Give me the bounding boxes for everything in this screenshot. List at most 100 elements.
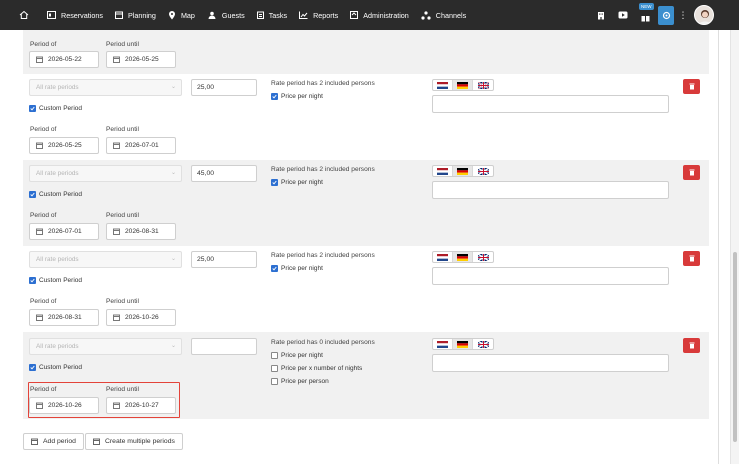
period-of-input[interactable]: 2026-07-01 <box>29 223 99 240</box>
description-input[interactable] <box>432 95 669 113</box>
flag-uk-icon[interactable] <box>473 339 493 349</box>
period-until-input[interactable]: 2026-08-31 <box>106 223 176 240</box>
chevron-down-icon: ⌄ <box>170 256 176 262</box>
price-input[interactable]: 25,00 <box>191 79 257 96</box>
flag-uk-icon[interactable] <box>473 252 493 262</box>
custom-period-checkbox[interactable]: Custom Period <box>29 191 82 198</box>
nav-channels[interactable]: Channels <box>415 0 472 30</box>
calendar-icon <box>36 314 43 321</box>
period-of-input[interactable]: 2026-05-22 <box>29 51 99 68</box>
flag-uk-icon[interactable] <box>473 80 493 90</box>
price-input[interactable] <box>191 338 257 355</box>
gift-icon[interactable]: NEW <box>636 3 654 24</box>
period-until-input[interactable]: 2026-07-01 <box>106 137 176 154</box>
rate-period-select[interactable]: All rate periods ⌄ <box>29 251 182 268</box>
period-until-label: Period until <box>106 41 139 48</box>
flag-uk-icon[interactable] <box>473 166 493 176</box>
period-of-label: Period of <box>30 126 57 133</box>
chevron-down-icon: ⌄ <box>170 84 176 90</box>
scrollbar-thumb[interactable] <box>733 252 737 442</box>
nav-map[interactable]: Map <box>162 0 201 30</box>
price-per-night-checkbox[interactable]: Price per night <box>271 265 323 272</box>
custom-period-checkbox[interactable]: Custom Period <box>29 364 82 371</box>
delete-button[interactable] <box>683 79 700 94</box>
page-scrollbar[interactable] <box>730 30 739 464</box>
period-of-label: Period of <box>30 298 57 305</box>
building-icon[interactable] <box>592 6 610 24</box>
rate-period-row: All rate periods ⌄ 25,00 Rate period has … <box>23 74 709 160</box>
period-of-label: Period of <box>30 212 57 219</box>
description-input[interactable] <box>432 354 669 372</box>
nav-reservations[interactable]: Reservations <box>41 0 109 30</box>
rate-period-select[interactable]: All rate periods ⌄ <box>29 165 182 182</box>
period-of-input[interactable]: 2026-08-31 <box>29 309 99 326</box>
nav-guests[interactable]: Guests <box>201 0 251 30</box>
content-border <box>718 30 719 464</box>
top-navbar: Reservations Planning Map Guests Tasks R… <box>0 0 739 30</box>
flag-de-icon[interactable] <box>453 252 473 262</box>
flag-nl-icon[interactable] <box>433 339 453 349</box>
flag-de-icon[interactable] <box>453 80 473 90</box>
rate-period-select[interactable]: All rate periods ⌄ <box>29 79 182 96</box>
price-per-night-checkbox[interactable]: Price per night <box>271 352 323 359</box>
price-per-person-checkbox[interactable]: Price per person <box>271 378 329 385</box>
nav-label: Map <box>180 10 195 20</box>
kebab-menu-icon[interactable]: ⋮ <box>678 10 688 21</box>
custom-period-checkbox[interactable]: Custom Period <box>29 105 82 112</box>
flag-de-icon[interactable] <box>453 166 473 176</box>
rate-period-row: All rate periods ⌄ 25,00 Rate period has … <box>23 246 709 332</box>
flag-nl-icon[interactable] <box>433 252 453 262</box>
period-of-input[interactable]: 2026-05-25 <box>29 137 99 154</box>
price-per-night-checkbox[interactable]: Price per night <box>271 179 323 186</box>
reservations-icon <box>47 11 56 19</box>
calendar-icon <box>36 142 43 149</box>
price-input[interactable]: 25,00 <box>191 251 257 268</box>
nav-administration[interactable]: Administration <box>344 0 415 30</box>
calendar-icon <box>36 228 43 235</box>
calendar-icon <box>113 56 120 63</box>
reports-icon <box>299 11 308 19</box>
nav-reports[interactable]: Reports <box>293 0 344 30</box>
trash-icon <box>689 255 694 262</box>
calendar-icon <box>36 56 43 63</box>
price-per-night-checkbox[interactable]: Price per night <box>271 93 323 100</box>
rate-periods-panel: Period of Period until 2026-05-22 2026-0… <box>23 30 709 464</box>
home-icon[interactable] <box>17 8 31 22</box>
avatar[interactable] <box>694 5 714 25</box>
nav-label: Guests <box>221 10 245 20</box>
price-input[interactable]: 45,00 <box>191 165 257 182</box>
included-persons-text: Rate period has 0 included persons <box>271 339 375 346</box>
rate-period-select[interactable]: All rate periods ⌄ <box>29 338 182 355</box>
chevron-down-icon: ⌄ <box>170 170 176 176</box>
trash-icon <box>689 342 694 349</box>
rate-period-row-previous: Period of Period until 2026-05-22 2026-0… <box>23 30 709 74</box>
create-multiple-periods-button[interactable]: Create multiple periods <box>85 433 183 450</box>
nav-tasks[interactable]: Tasks <box>251 0 293 30</box>
description-input[interactable] <box>432 181 669 199</box>
custom-period-checkbox[interactable]: Custom Period <box>29 277 82 284</box>
delete-button[interactable] <box>683 338 700 353</box>
add-period-button[interactable]: Add period <box>23 433 84 450</box>
flag-nl-icon[interactable] <box>433 80 453 90</box>
description-input[interactable] <box>432 267 669 285</box>
flag-nl-icon[interactable] <box>433 166 453 176</box>
guests-icon <box>208 11 216 19</box>
settings-gear-icon[interactable] <box>658 5 674 25</box>
flag-de-icon[interactable] <box>453 339 473 349</box>
language-flags <box>432 79 494 91</box>
nav-planning[interactable]: Planning <box>109 0 162 30</box>
price-per-x-nights-checkbox[interactable]: Price per x number of nights <box>271 365 362 372</box>
delete-button[interactable] <box>683 251 700 266</box>
period-until-input[interactable]: 2026-10-26 <box>106 309 176 326</box>
period-until-input[interactable]: 2026-05-25 <box>106 51 176 68</box>
highlight-box <box>28 382 180 418</box>
nav-label: Planning <box>127 10 156 20</box>
period-until-label: Period until <box>106 298 139 305</box>
period-until-label: Period until <box>106 212 139 219</box>
calendar-icon <box>114 11 123 19</box>
map-icon <box>168 10 175 19</box>
trash-icon <box>689 83 694 90</box>
video-icon[interactable] <box>614 6 632 24</box>
delete-button[interactable] <box>683 165 700 180</box>
trash-icon <box>689 169 694 176</box>
